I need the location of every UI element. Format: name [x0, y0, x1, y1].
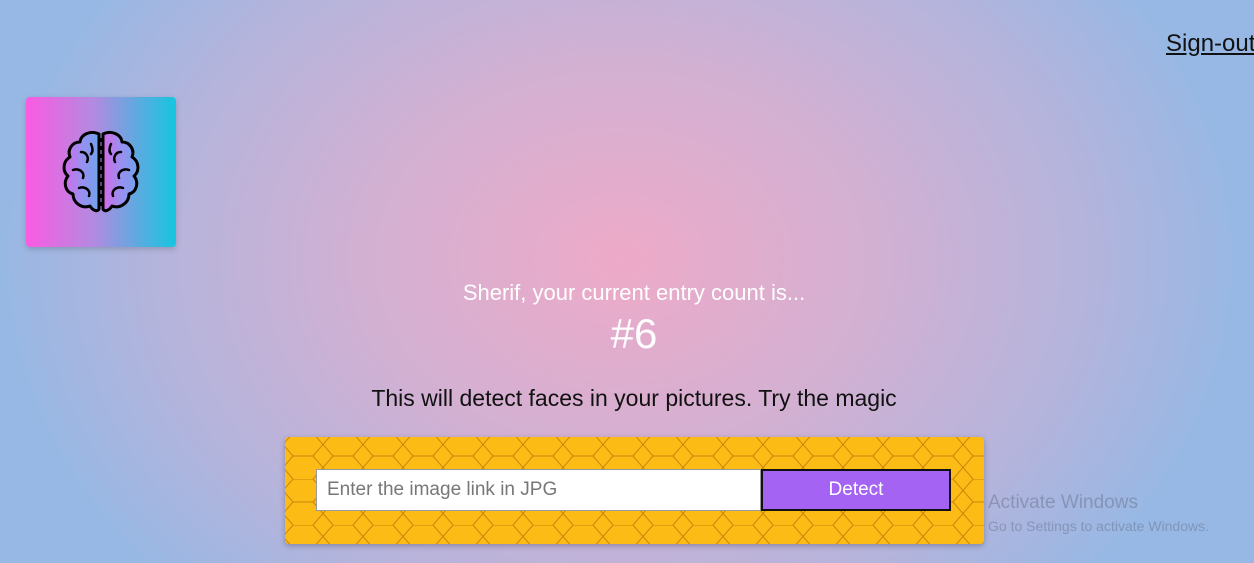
watermark-title: Activate Windows — [988, 492, 1138, 513]
watermark-subtitle: Go to Settings to activate Windows. — [988, 518, 1209, 534]
detect-button[interactable]: Detect — [761, 469, 951, 511]
windows-activation-watermark: Activate Windows Go to Settings to activ… — [988, 492, 1209, 534]
entry-count-message: Sherif, your current entry count is... — [462, 280, 806, 305]
entry-count-number: #6 — [610, 310, 658, 357]
sign-out-link[interactable]: Sign-out — [1166, 30, 1254, 58]
image-link-form: Detect — [285, 437, 984, 544]
tagline-text: This will detect faces in your pictures.… — [371, 385, 897, 411]
brain-icon — [62, 130, 140, 213]
app-logo — [26, 97, 176, 247]
image-url-input[interactable] — [316, 469, 761, 511]
